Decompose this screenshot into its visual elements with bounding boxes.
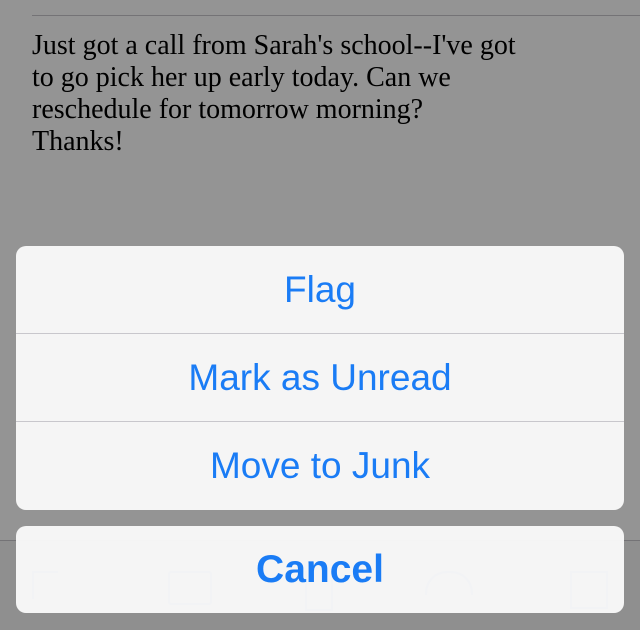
mark-as-unread-button[interactable]: Mark as Unread [16,334,624,422]
action-sheet: Flag Mark as Unread Move to Junk [16,246,624,510]
flag-button[interactable]: Flag [16,246,624,334]
cancel-button[interactable]: Cancel [16,526,624,613]
move-to-junk-button[interactable]: Move to Junk [16,422,624,510]
cancel-group: Cancel [16,526,624,613]
